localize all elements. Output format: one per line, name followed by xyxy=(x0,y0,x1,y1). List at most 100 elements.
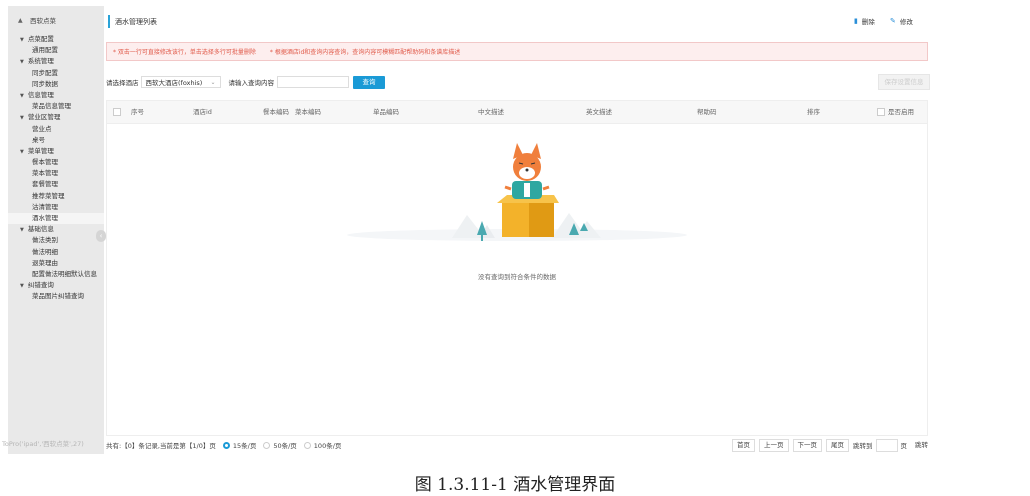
hint-banner: * 双击一行可直接修改该行，单击选择多行可批量删除 * 根据酒店id和查询内容查… xyxy=(106,42,928,61)
sidebar-item-label: 酒水管理 xyxy=(32,214,58,222)
sidebar-item-9[interactable]: 桌号 xyxy=(8,135,104,146)
sidebar-item-label: 同步数据 xyxy=(32,79,58,88)
hint-tip-2: * 根据酒店id和查询内容查询，查询内容可模糊匹配帮助码和条谱库描述 xyxy=(269,49,461,56)
column-header-dish-book[interactable]: 菜本编码 xyxy=(295,101,321,123)
sidebar-group-5[interactable]: ▼ 信息管理 xyxy=(8,90,104,101)
sidebar-group-7[interactable]: ▼ 营业区管理 xyxy=(8,112,104,123)
title-accent-bar xyxy=(108,15,110,28)
sidebar-item-label: 推荐菜管理 xyxy=(32,191,65,200)
page-size-label-100: 100条/页 xyxy=(313,442,342,450)
sidebar-group-2[interactable]: ▼ 系统管理 xyxy=(8,56,104,67)
sidebar-item-19[interactable]: 做法明细 xyxy=(8,247,104,258)
table-header: 序号 酒店id 餐本编码 菜本编码 单品编码 中文描述 英文描述 帮助码 排序 … xyxy=(107,101,927,124)
save-settings-button[interactable]: 保存设置信息 xyxy=(878,74,930,90)
sidebar-group-22[interactable]: ▼ 纠错查询 xyxy=(8,280,104,291)
sidebar-item-label: 套餐管理 xyxy=(32,180,58,189)
sidebar-item-23[interactable]: 菜品图片纠错查询 xyxy=(8,291,104,302)
page-title: 酒水管理列表 xyxy=(115,18,157,26)
column-header-item-code[interactable]: 单品编码 xyxy=(373,101,399,123)
delete-button[interactable]: ▮ 删除 xyxy=(854,16,875,26)
app-window: ▲ 西软点菜 ▼ 点菜配置 通用配置 ▼ 系统管理 同步配置 同步数据 ▼ 信息管理 菜品信息管理… xyxy=(2,6,932,454)
sidebar-item-label: 桌号 xyxy=(32,135,45,144)
edit-label: 修改 xyxy=(899,18,913,26)
column-header-menu-book[interactable]: 餐本编码 xyxy=(263,101,289,123)
query-input[interactable] xyxy=(277,76,349,88)
caret-down-icon: ▼ xyxy=(20,92,24,99)
sidebar-menu: ▼ 点菜配置 通用配置 ▼ 系统管理 同步配置 同步数据 ▼ 信息管理 菜品信息管理 ▼ 营业区管理营… xyxy=(8,34,104,303)
search-toolbar: 请选择酒店 西软大酒店(foxhis) ⌄ 请输入查询内容 查询 xyxy=(106,74,932,90)
column-header-hotel-id[interactable]: 酒店id xyxy=(193,101,212,123)
sidebar-item-12[interactable]: 菜本管理 xyxy=(8,168,104,179)
page-size-radio-50[interactable] xyxy=(263,441,271,449)
sidebar-item-1[interactable]: 通用配置 xyxy=(8,45,104,56)
sidebar-group-17[interactable]: ▼ 基础信息 xyxy=(8,224,104,235)
chevron-down-icon: ⌄ xyxy=(210,78,216,86)
sidebar-item-8[interactable]: 营业点 xyxy=(8,124,104,135)
column-header-sort[interactable]: 排序 xyxy=(807,101,820,123)
jump-button[interactable]: 跳转 xyxy=(911,439,932,451)
caret-down-icon: ▼ xyxy=(20,283,24,290)
page-size-radio-100[interactable] xyxy=(303,441,311,449)
sidebar-item-label: 营业点 xyxy=(32,124,52,133)
column-header-en-desc[interactable]: 英文描述 xyxy=(586,101,612,123)
page-size-label-50: 50条/页 xyxy=(273,442,297,450)
collapse-sidebar-icon[interactable]: ‹ xyxy=(96,230,106,242)
sidebar-item-11[interactable]: 餐本管理 xyxy=(8,157,104,168)
caret-down-icon: ▼ xyxy=(20,115,24,122)
sidebar-item-label: 营业区管理 xyxy=(27,113,61,122)
sidebar-item-4[interactable]: 同步数据 xyxy=(8,79,104,90)
sidebar-item-label: 点菜配置 xyxy=(27,35,54,43)
sidebar-item-13[interactable]: 套餐管理 xyxy=(8,179,104,190)
sidebar-item-16[interactable]: 酒水管理 xyxy=(8,213,104,225)
column-header-cn-desc[interactable]: 中文描述 xyxy=(478,101,504,123)
column-header-help-code[interactable]: 帮助码 xyxy=(697,101,717,123)
caret-down-icon: ▼ xyxy=(20,59,24,66)
edit-button[interactable]: ✎ 修改 xyxy=(890,16,913,26)
sidebar-group-10[interactable]: ▼ 菜单管理 xyxy=(8,146,104,157)
page-size-label-15: 15条/页 xyxy=(232,442,257,450)
sidebar-item-label: 菜本管理 xyxy=(32,169,58,178)
column-header-enabled[interactable]: 是否启用 xyxy=(877,101,914,123)
main-panel: 酒水管理列表 ▮ 删除 ✎ 修改 * 双击一行可直接修改该行，单击选择多行可批量… xyxy=(106,6,932,454)
query-label: 请输入查询内容 xyxy=(228,79,275,87)
sidebar-item-18[interactable]: 做法类别 xyxy=(8,235,104,246)
page-size-radio-15[interactable] xyxy=(222,441,230,449)
next-page-button[interactable]: 下一页 xyxy=(792,438,822,452)
sidebar-item-label: 餐本管理 xyxy=(32,158,58,167)
sidebar-item-label: 系统管理 xyxy=(27,57,54,66)
home-icon: ▲ xyxy=(18,17,23,24)
jump-to-label: 跳转到 xyxy=(853,442,873,450)
page-unit-label: 页 xyxy=(900,442,908,450)
jump-page-input[interactable] xyxy=(875,438,898,452)
hotel-select[interactable]: 西软大酒店(foxhis) ⌄ xyxy=(140,76,221,88)
caret-down-icon: ▼ xyxy=(20,227,24,234)
sidebar-item-label: 配置做法明细默认信息 xyxy=(32,269,97,278)
hint-tip-1: * 双击一行可直接修改该行，单击选择多行可批量删除 xyxy=(113,49,256,56)
column-header-index[interactable]: 序号 xyxy=(131,101,144,123)
sidebar-item-label: 基础信息 xyxy=(27,225,54,234)
sidebar-item-3[interactable]: 同步配置 xyxy=(8,68,104,79)
trash-icon: ▮ xyxy=(854,17,858,25)
sidebar-item-14[interactable]: 推荐菜管理 xyxy=(8,191,104,202)
last-page-button[interactable]: 尾页 xyxy=(826,438,849,452)
figure-caption: 图 1.3.11-1 酒水管理界面 xyxy=(414,475,616,495)
sidebar-item-6[interactable]: 菜品信息管理 xyxy=(8,101,104,112)
data-table: 序号 酒店id 餐本编码 菜本编码 单品编码 中文描述 英文描述 帮助码 排序 … xyxy=(106,100,928,436)
first-page-button[interactable]: 首页 xyxy=(732,438,755,452)
prev-page-button[interactable]: 上一页 xyxy=(759,438,789,452)
sidebar-group-0[interactable]: ▼ 点菜配置 xyxy=(8,34,104,45)
sidebar-header[interactable]: ▲ 西软点菜 xyxy=(8,6,104,34)
pagination-summary: 共有:【0】条记录,当前是第【1/0】页 xyxy=(106,442,216,450)
sidebar-item-21[interactable]: 配置做法明细默认信息 xyxy=(8,269,104,280)
sidebar-item-label: 通用配置 xyxy=(32,46,58,55)
sidebar-item-label: 做法明细 xyxy=(32,247,58,256)
query-button[interactable]: 查询 xyxy=(353,75,385,89)
sidebar-item-label: 纠错查询 xyxy=(27,281,54,290)
title-bar: 酒水管理列表 ▮ 删除 ✎ 修改 xyxy=(106,12,932,28)
select-all-checkbox[interactable] xyxy=(113,101,121,123)
sidebar-item-label: 同步配置 xyxy=(32,68,58,77)
sidebar-item-label: 做法类别 xyxy=(32,236,58,245)
sidebar-item-20[interactable]: 退菜理由 xyxy=(8,258,104,269)
sidebar-item-15[interactable]: 沽清管理 xyxy=(8,202,104,213)
empty-state: 没有查询到符合条件的数据 xyxy=(107,123,927,435)
